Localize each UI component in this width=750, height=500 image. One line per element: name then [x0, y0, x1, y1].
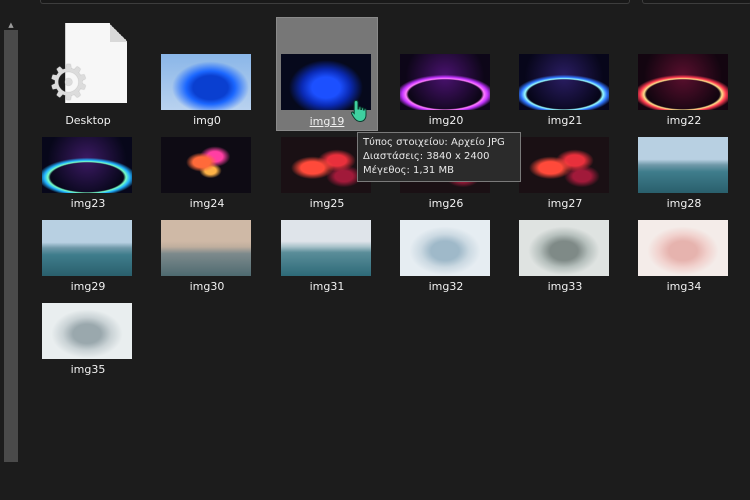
image-thumbnail	[42, 303, 132, 359]
file-item-img33[interactable]: img33	[514, 183, 616, 297]
file-item-img34[interactable]: img34	[633, 183, 735, 297]
hand-pointer-icon	[350, 99, 367, 123]
file-grid: ⚙ Desktop img0 img19 img20 img21 img22 img23 img…	[0, 0, 750, 500]
tooltip-dimensions: Διαστάσεις: 3840 x 2400	[363, 151, 490, 162]
tooltip-type: Τύπος στοιχείου: Αρχείο JPG	[363, 137, 505, 148]
file-name-label: img31	[309, 280, 345, 293]
file-item-img30[interactable]: img30	[156, 183, 258, 297]
file-name-label: img30	[189, 280, 225, 293]
file-name-label: img32	[428, 280, 464, 293]
file-item-img32[interactable]: img32	[395, 183, 497, 297]
file-name-label: img34	[666, 280, 702, 293]
image-thumbnail	[638, 220, 728, 276]
file-item-img35[interactable]: img35	[37, 266, 139, 380]
tooltip-size: Μέγεθος: 1,31 MB	[363, 165, 454, 176]
file-tooltip: Τύπος στοιχείου: Αρχείο JPG Διαστάσεις: …	[357, 132, 521, 182]
file-item-img31[interactable]: img31	[276, 183, 378, 297]
image-thumbnail	[519, 220, 609, 276]
file-name-label: img33	[547, 280, 583, 293]
file-name-label: img35	[70, 363, 106, 376]
image-thumbnail	[161, 220, 251, 276]
image-thumbnail	[400, 220, 490, 276]
document-fold	[110, 23, 127, 42]
image-thumbnail	[281, 220, 371, 276]
